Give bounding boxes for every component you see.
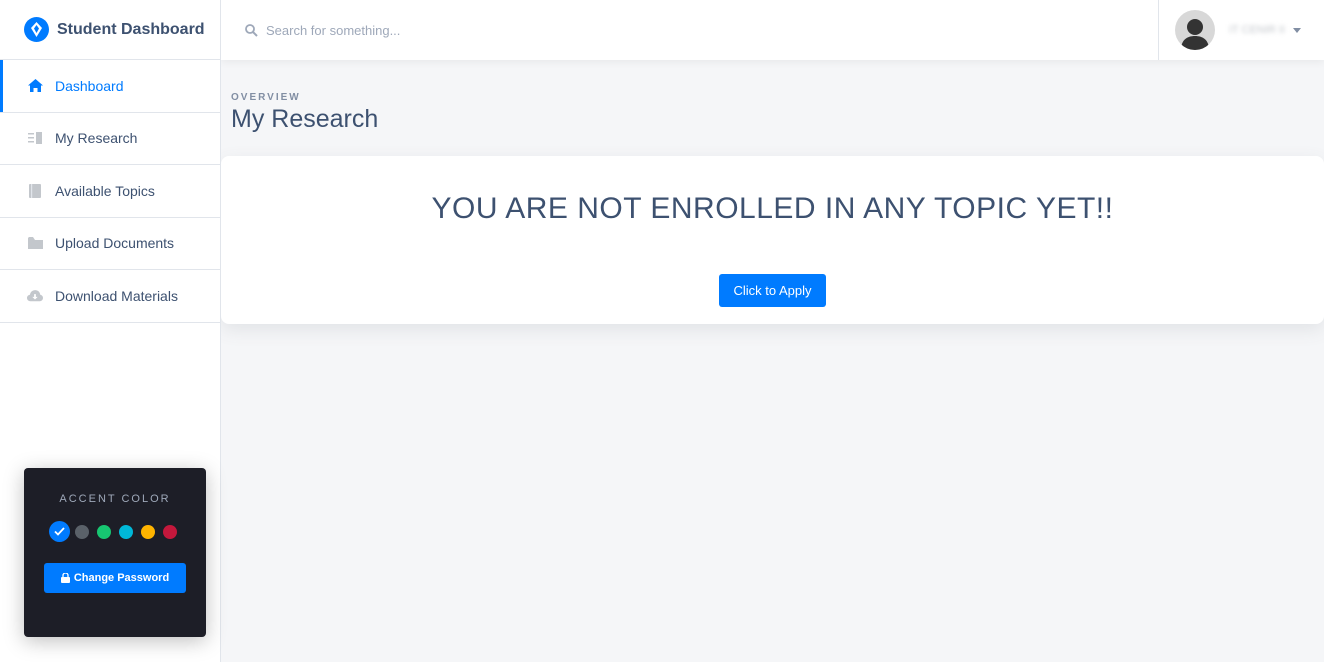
sidebar-item-label: Available Topics <box>55 182 155 199</box>
book-icon <box>27 183 43 199</box>
sidebar-item-label: My Research <box>55 130 138 147</box>
page-overline: OVERVIEW <box>231 92 301 103</box>
research-icon <box>27 130 43 146</box>
sidebar-item-my-research[interactable]: My Research <box>0 113 220 165</box>
accent-swatch-red[interactable] <box>163 524 177 539</box>
home-icon <box>27 78 43 94</box>
accent-swatch-gray[interactable] <box>75 524 89 539</box>
user-silhouette-icon <box>1181 19 1209 50</box>
accent-color-title: ACCENT COLOR <box>59 493 171 505</box>
sidebar-item-dashboard[interactable]: Dashboard <box>0 60 220 113</box>
not-enrolled-message: YOU ARE NOT ENROLLED IN ANY TOPIC YET!! <box>431 192 1114 225</box>
change-password-label: Change Password <box>73 572 170 584</box>
page-title: My Research <box>231 105 379 133</box>
lock-icon <box>60 573 70 583</box>
avatar <box>1175 10 1215 50</box>
change-password-button[interactable]: Change Password <box>44 563 186 593</box>
brand[interactable]: Student Dashboard <box>0 0 220 60</box>
sidebar-item-available-topics[interactable]: Available Topics <box>0 165 220 218</box>
topbar: IT CENIR II <box>221 0 1324 60</box>
accent-swatch-blue[interactable] <box>49 521 70 542</box>
user-menu[interactable]: IT CENIR II <box>1158 0 1324 60</box>
search-icon <box>245 23 258 37</box>
apply-button[interactable]: Click to Apply <box>719 274 826 307</box>
sidebar-item-upload-documents[interactable]: Upload Documents <box>0 218 220 270</box>
folder-icon <box>27 235 43 251</box>
search-input[interactable] <box>266 22 666 38</box>
accent-swatch-yellow[interactable] <box>141 524 155 539</box>
brand-title: Student Dashboard <box>57 20 205 38</box>
accent-color-panel: ACCENT COLOR Change Password <box>24 468 206 637</box>
enrollment-card: YOU ARE NOT ENROLLED IN ANY TOPIC YET!! … <box>221 156 1324 324</box>
sidebar-item-label: Dashboard <box>55 77 124 94</box>
checkmark-icon <box>54 527 65 536</box>
sidebar-item-download-materials[interactable]: Download Materials <box>0 270 220 323</box>
accent-swatch-cyan[interactable] <box>119 524 133 539</box>
sidebar-item-label: Download Materials <box>55 287 178 304</box>
accent-color-swatches <box>49 521 185 542</box>
search-bar <box>245 0 666 60</box>
user-name: IT CENIR II <box>1229 24 1286 36</box>
accent-swatch-green[interactable] <box>97 524 111 539</box>
cloud-download-icon <box>27 288 43 304</box>
chevron-down-icon <box>1293 27 1302 33</box>
sidebar-item-label: Upload Documents <box>55 235 175 252</box>
brand-logo-icon <box>24 17 49 42</box>
